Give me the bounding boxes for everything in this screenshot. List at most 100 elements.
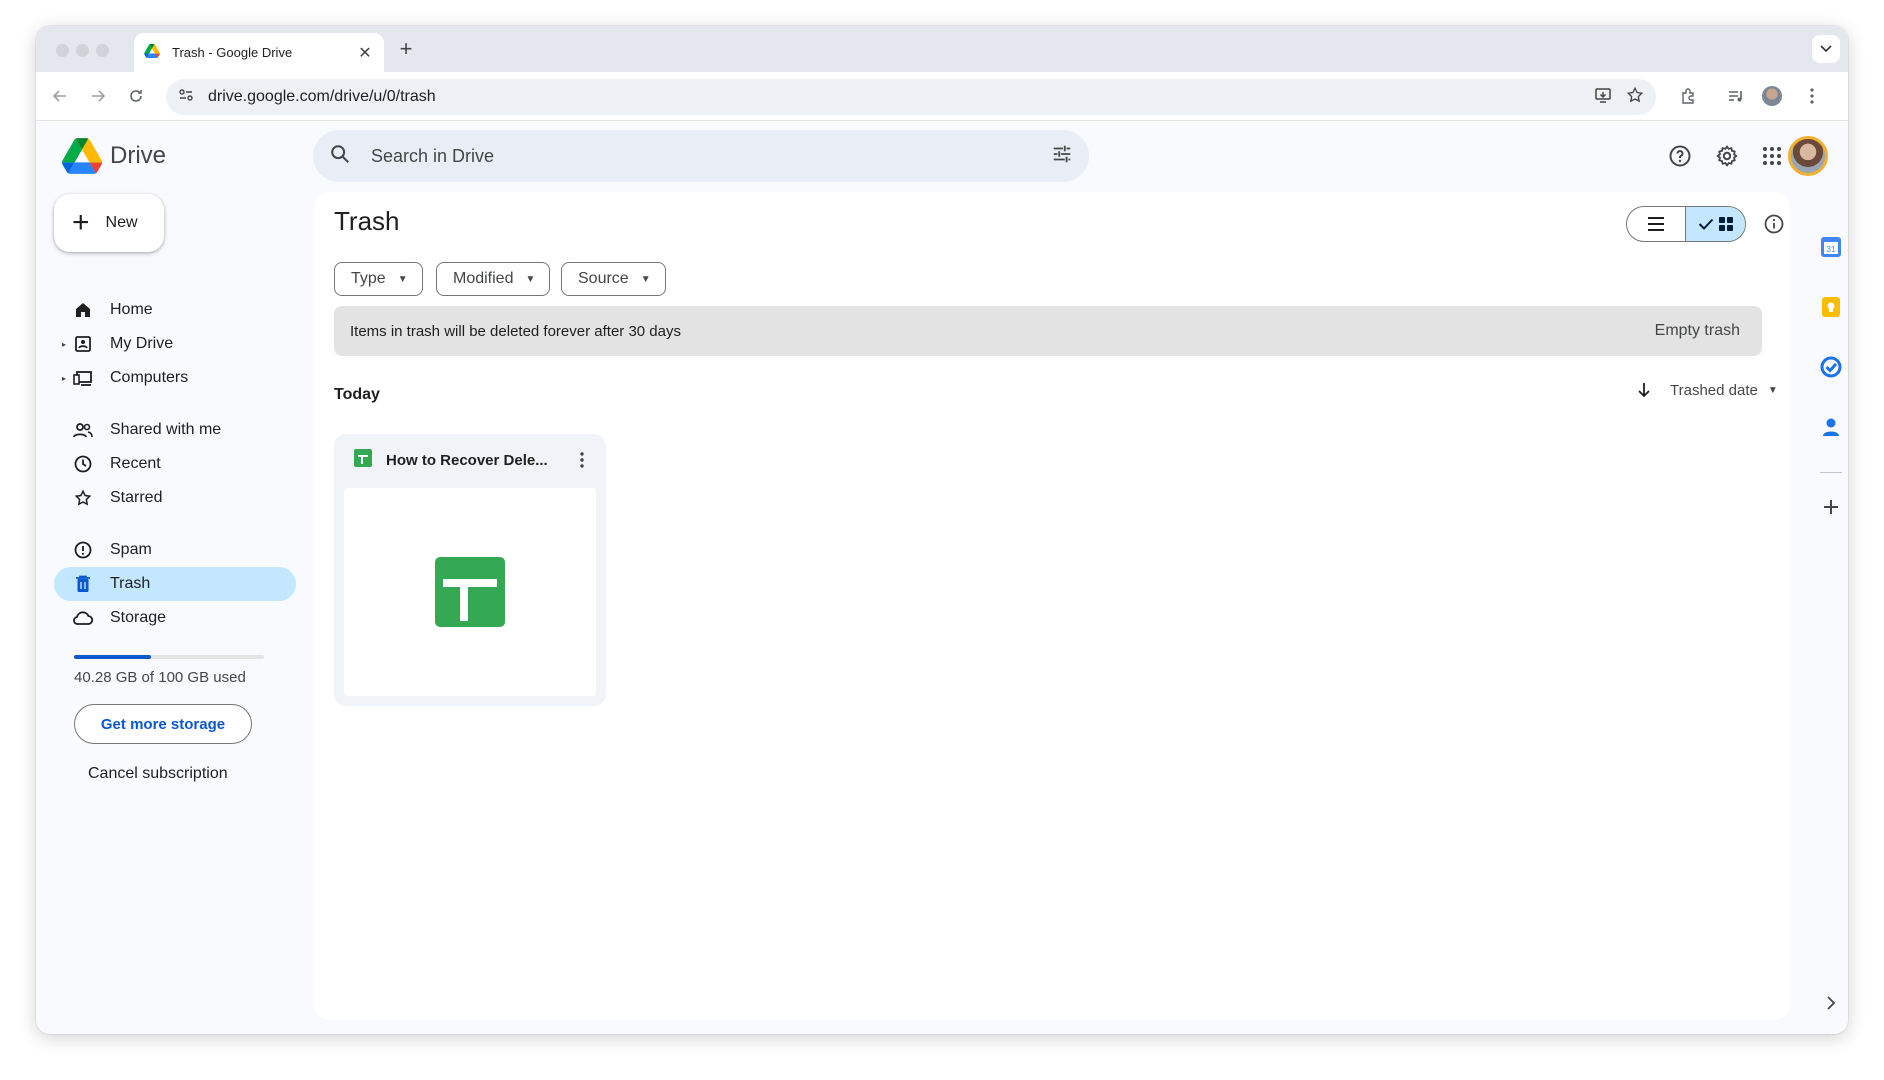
zoom-window-button[interactable]: [96, 44, 109, 57]
empty-trash-button[interactable]: Empty trash: [1655, 322, 1740, 340]
checkmark-icon: [1698, 218, 1713, 230]
expand-caret-icon[interactable]: ▸: [62, 340, 66, 349]
browser-toolbar: drive.google.com/drive/u/0/trash: [36, 72, 1848, 121]
sidebar-item-starred[interactable]: Starred: [54, 481, 296, 515]
minimize-window-button[interactable]: [76, 44, 89, 57]
list-view-button[interactable]: [1627, 207, 1685, 241]
search-icon[interactable]: [329, 143, 351, 170]
search-options-icon[interactable]: [1051, 143, 1073, 170]
search-bar[interactable]: [313, 130, 1089, 182]
star-icon: [72, 487, 94, 509]
drive-favicon-icon: [144, 44, 160, 61]
sidebar-item-my-drive[interactable]: ▸ My Drive: [54, 327, 296, 361]
list-icon: [1648, 217, 1664, 231]
reload-button[interactable]: [124, 84, 148, 108]
cancel-subscription-link[interactable]: Cancel subscription: [88, 765, 228, 783]
main-content: Trash Type ▼ Modified ▼ Source ▼ Items i…: [314, 192, 1790, 1020]
keep-icon[interactable]: [1816, 292, 1846, 322]
sidebar-item-spam[interactable]: Spam: [54, 533, 296, 567]
shared-icon: [72, 419, 94, 441]
calendar-icon[interactable]: 31: [1816, 232, 1846, 262]
trash-icon: [72, 573, 94, 595]
chevron-down-icon: [1820, 45, 1832, 53]
site-info-icon[interactable]: [178, 87, 194, 108]
page-title: Trash: [334, 206, 400, 236]
arrow-right-icon: [92, 90, 106, 102]
sidebar-item-trash[interactable]: Trash: [54, 567, 296, 601]
home-icon: [72, 299, 94, 321]
view-toggle: [1626, 206, 1746, 242]
close-window-button[interactable]: [56, 44, 69, 57]
new-tab-button[interactable]: +: [394, 38, 418, 60]
storage-usage-text: 40.28 GB of 100 GB used: [74, 669, 246, 686]
install-app-icon[interactable]: [1594, 86, 1612, 109]
filter-chip-source[interactable]: Source ▼: [561, 262, 666, 296]
sidebar-item-shared-with-me[interactable]: Shared with me: [54, 413, 296, 447]
sidebar-item-label: Trash: [110, 575, 151, 592]
reload-icon: [130, 90, 142, 102]
sidebar-item-computers[interactable]: ▸ Computers: [54, 361, 296, 395]
dropdown-caret-icon: ▼: [397, 273, 408, 285]
my-drive-icon: [72, 333, 94, 355]
back-button[interactable]: [48, 84, 72, 108]
dropdown-caret-icon: ▼: [525, 273, 536, 285]
file-thumbnail: [344, 488, 596, 696]
arrow-left-icon: [52, 90, 66, 102]
sheets-file-icon: [354, 448, 372, 472]
sidebar-item-recent[interactable]: Recent: [54, 447, 296, 481]
filter-chip-modified[interactable]: Modified ▼: [436, 262, 551, 296]
sidebar-item-label: Spam: [110, 541, 152, 558]
settings-gear-icon[interactable]: [1709, 138, 1745, 174]
media-control-icon[interactable]: [1724, 84, 1748, 108]
file-card[interactable]: How to Recover Dele...: [334, 434, 606, 706]
sidebar-item-label: Home: [110, 301, 153, 318]
help-icon[interactable]: [1662, 138, 1698, 174]
contacts-icon[interactable]: [1816, 412, 1846, 442]
profile-avatar-icon[interactable]: [1760, 84, 1784, 108]
banner-text: Items in trash will be deleted forever a…: [350, 322, 681, 340]
computers-icon: [72, 367, 94, 389]
svg-text:31: 31: [1827, 245, 1836, 254]
details-info-icon[interactable]: [1760, 210, 1788, 238]
get-more-storage-button[interactable]: Get more storage: [74, 704, 252, 744]
forward-button[interactable]: [86, 84, 110, 108]
tab-search-button[interactable]: [1812, 35, 1840, 63]
search-input[interactable]: [371, 145, 1051, 167]
browser-window: Trash - Google Drive ✕ + drive.google.co…: [36, 26, 1848, 1034]
side-panel-divider: [1820, 472, 1842, 473]
tasks-icon[interactable]: [1816, 352, 1846, 382]
clock-icon: [72, 453, 94, 475]
browser-tab[interactable]: Trash - Google Drive ✕: [134, 33, 384, 72]
drive-logo[interactable]: Drive: [62, 138, 166, 174]
sidebar-item-storage[interactable]: Storage: [54, 601, 296, 635]
bookmark-star-icon[interactable]: [1626, 86, 1644, 109]
expand-caret-icon[interactable]: ▸: [62, 374, 66, 383]
sheets-thumbnail-icon: [435, 557, 505, 627]
section-heading-today: Today: [334, 386, 380, 403]
more-actions-icon[interactable]: [570, 448, 594, 472]
chevron-right-icon[interactable]: [1816, 988, 1846, 1018]
grid-view-button[interactable]: [1685, 207, 1745, 241]
trash-info-banner: Items in trash will be deleted forever a…: [334, 306, 1762, 356]
sidebar-item-label: Recent: [110, 455, 161, 472]
new-button-label: New: [105, 214, 138, 231]
sidebar-item-label: Starred: [110, 489, 163, 506]
account-avatar[interactable]: [1788, 136, 1828, 176]
sort-by-dropdown[interactable]: Trashed date ▼: [1670, 382, 1778, 399]
tab-close-icon[interactable]: ✕: [356, 43, 374, 63]
sidebar-item-home[interactable]: Home: [54, 293, 296, 327]
extensions-icon[interactable]: [1676, 84, 1700, 108]
tab-title: Trash - Google Drive: [172, 45, 293, 60]
url-text: drive.google.com/drive/u/0/trash: [208, 88, 436, 105]
drive-app: Drive + New: [36, 122, 1848, 1034]
address-bar[interactable]: drive.google.com/drive/u/0/trash: [166, 79, 1656, 115]
filter-chip-type[interactable]: Type ▼: [334, 262, 423, 296]
add-addon-plus-icon[interactable]: [1816, 492, 1846, 522]
browser-menu-icon[interactable]: [1800, 84, 1824, 108]
spam-icon: [72, 539, 94, 561]
new-button[interactable]: + New: [54, 194, 164, 252]
apps-grid-icon[interactable]: [1754, 138, 1790, 174]
sort-by-label: Trashed date: [1670, 382, 1758, 399]
sort-direction-icon[interactable]: [1632, 378, 1656, 402]
file-card-header: How to Recover Dele...: [334, 434, 606, 486]
